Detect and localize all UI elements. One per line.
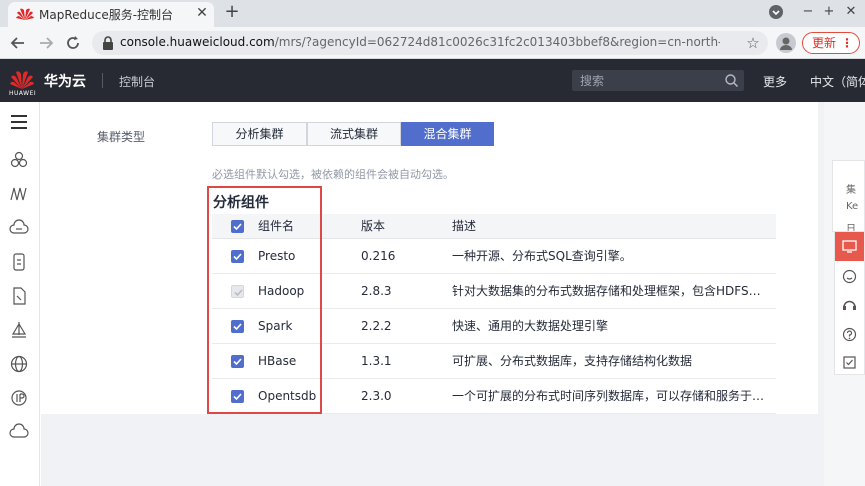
component-version: 2.2.2 [358,308,449,344]
huawei-favicon-icon [16,8,34,20]
cloud-icon[interactable] [9,422,29,442]
component-description: 一个可扩展的分布式时间序列数据库，可以存储和服务于大量时间… [449,378,776,414]
browser-toolbar: console.huaweicloud.com/mrs/?agencyId=06… [0,27,865,59]
highlight-box [207,186,322,414]
search-icon[interactable] [724,73,739,88]
smile-tool[interactable] [835,262,864,291]
update-button[interactable]: 更新 ⋮ [802,32,860,54]
cluster-type-label: 集群类型 [97,130,146,144]
component-version: 2.8.3 [358,273,449,309]
browser-tab-strip: MapReduce服务-控制台 ✕ + − + ✕ [0,0,865,27]
url-text: console.huaweicloud.com/mrs/?agencyId=06… [120,35,720,49]
maximize-icon[interactable]: + [821,4,837,20]
feedback-tool[interactable] [835,232,864,261]
service-sidebar [0,102,40,486]
smile-icon [842,269,857,284]
component-description: 针对大数据集的分布式数据存储和处理框架，包含HDFS、YARN、… [449,273,776,309]
right-info-text: Ke [846,201,859,212]
headset-icon [843,300,856,310]
url-host: console.huaweicloud.com [120,35,275,49]
console-link[interactable]: 控制台 [119,73,155,90]
tab-search-icon[interactable] [768,4,784,20]
globe-icon[interactable] [9,354,29,374]
window-close-icon[interactable]: ✕ [843,4,859,20]
cluster-type-analysis[interactable]: 分析集群 [212,122,307,146]
database-icon[interactable] [9,252,29,272]
component-description: 快速、通用的大数据处理引擎 [449,308,776,344]
tab-title: MapReduce服务-控制台 [39,8,174,22]
update-label: 更新 [812,36,837,50]
url-path: /mrs/?agencyId=062724d81c0026c31fc2c0134… [274,35,720,49]
address-bar[interactable]: console.huaweicloud.com/mrs/?agencyId=06… [92,31,768,55]
component-version: 1.3.1 [358,343,449,379]
brand-name[interactable]: 华为云 [44,71,86,91]
back-icon[interactable] [8,33,28,53]
component-description: 可扩展、分布式数据库，支持存储结构化数据 [449,343,776,379]
console-header: HUAWEI 华为云 控制台 更多 中文（简体 [0,59,865,102]
divider [102,73,103,88]
right-info-panel: 集 Ke 日 [832,160,865,235]
network-icon[interactable] [9,184,29,204]
column-description: 描述 [449,214,776,239]
component-version: 2.3.0 [358,378,449,414]
component-description: 一种开源、分布式SQL查询引擎。 [449,238,776,274]
profile-avatar-icon[interactable] [776,33,796,53]
header-search[interactable] [572,70,744,91]
new-tab-icon[interactable]: + [222,2,242,22]
menu-icon[interactable] [9,112,29,132]
sailboat-icon[interactable] [9,320,29,340]
cubes-icon[interactable] [9,150,29,170]
language-menu[interactable]: 中文（简体 [810,73,865,90]
right-info-text: 集 [846,185,856,196]
column-version: 版本 [358,214,449,239]
minimize-icon[interactable]: − [800,4,816,20]
checklist-icon [843,356,856,369]
floating-toolbar [834,231,865,375]
service-tool[interactable] [835,291,864,320]
tab-close-icon[interactable]: ✕ [193,4,211,22]
main-content: 集群类型 分析集群 流式集群 混合集群 必选组件默认勾选，被依赖的组件会被自动勾… [41,102,824,486]
component-hint: 必选组件默认勾选，被依赖的组件会被自动勾选。 [212,168,454,181]
help-tool[interactable] [835,320,864,349]
search-input[interactable] [572,70,722,91]
component-version: 0.216 [358,238,449,274]
cluster-type-streaming[interactable]: 流式集群 [307,122,401,146]
forward-icon[interactable] [36,33,56,53]
browser-tab[interactable]: MapReduce服务-控制台 ✕ [8,2,214,27]
ip-icon[interactable] [9,388,29,408]
document-icon[interactable] [9,286,29,306]
monitor-icon [842,240,857,253]
reload-icon[interactable] [63,33,83,53]
logo-text: HUAWEI [9,90,37,97]
config-panel: 集群类型 分析集群 流式集群 混合集群 必选组件默认勾选，被依赖的组件会被自动勾… [41,102,818,414]
lock-icon [103,36,113,50]
more-menu[interactable]: 更多 [763,73,787,90]
help-icon [842,327,857,342]
cloud-storage-icon[interactable] [9,218,29,238]
cluster-type-hybrid[interactable]: 混合集群 [401,122,494,146]
checklist-tool[interactable] [835,348,864,377]
bookmark-star-icon[interactable]: ☆ [743,33,763,53]
menu-dots-icon: ⋮ [841,36,853,50]
